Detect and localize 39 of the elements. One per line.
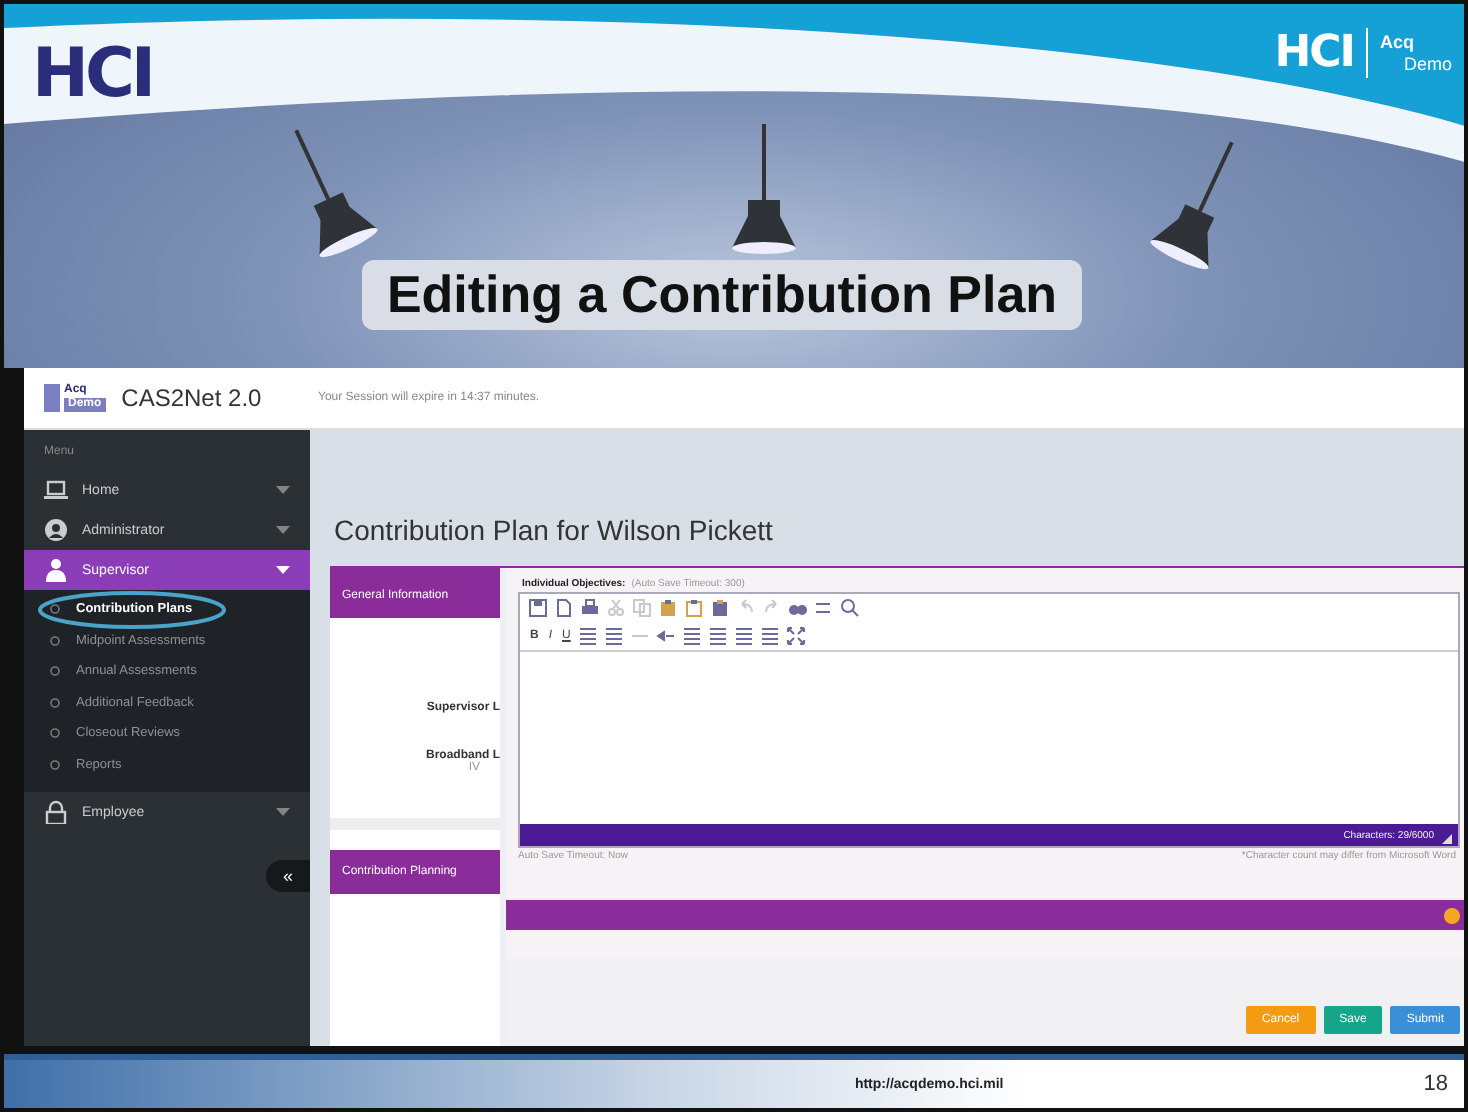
- hci-logo: HCI: [32, 36, 153, 112]
- page-title: Contribution Plan for Wilson Pickett: [332, 512, 775, 550]
- slide-title: Editing a Contribution Plan: [362, 260, 1082, 330]
- clipboard-icon: [658, 598, 678, 618]
- status-dot-icon: [1444, 907, 1460, 923]
- document-icon: [554, 598, 574, 618]
- undo-icon: [736, 598, 756, 618]
- clipboard-icon: [710, 598, 730, 618]
- align-center-icon: [708, 626, 729, 646]
- printer-icon: [580, 598, 600, 618]
- scissors-icon: [606, 598, 626, 618]
- copy-icon: [632, 598, 652, 618]
- acqdemo-logo: Acq Demo: [1379, 31, 1452, 75]
- page-number: 18: [1423, 1072, 1450, 1097]
- align-right-icon: [734, 626, 755, 646]
- maximize-icon: [786, 626, 807, 646]
- circle-icon: [50, 697, 60, 708]
- indent-icon: [656, 626, 677, 646]
- clipboard-icon: [684, 598, 704, 618]
- lock-icon: [44, 800, 68, 824]
- justify-icon: [760, 626, 781, 646]
- circle-icon: [50, 666, 60, 677]
- bulleted-list-icon: [604, 626, 625, 646]
- redo-icon: [762, 598, 782, 618]
- magnifier-icon: [840, 598, 860, 618]
- circle-icon: [50, 604, 60, 615]
- resize-grip-icon: [1442, 834, 1452, 844]
- circle-icon: [50, 635, 60, 646]
- circle-icon: [50, 759, 60, 770]
- circle-icon: [50, 728, 60, 739]
- laptop-icon: [44, 478, 68, 502]
- collapse-button[interactable]: «: [266, 860, 310, 892]
- hci-logo: HCI: [1274, 28, 1368, 78]
- align-left-icon: [682, 626, 703, 646]
- user-icon: [44, 558, 68, 582]
- save-icon: [528, 598, 548, 618]
- app-name: CAS2Net 2.0: [121, 384, 262, 412]
- numbered-list-icon: [578, 626, 599, 646]
- user-icon: [44, 518, 68, 542]
